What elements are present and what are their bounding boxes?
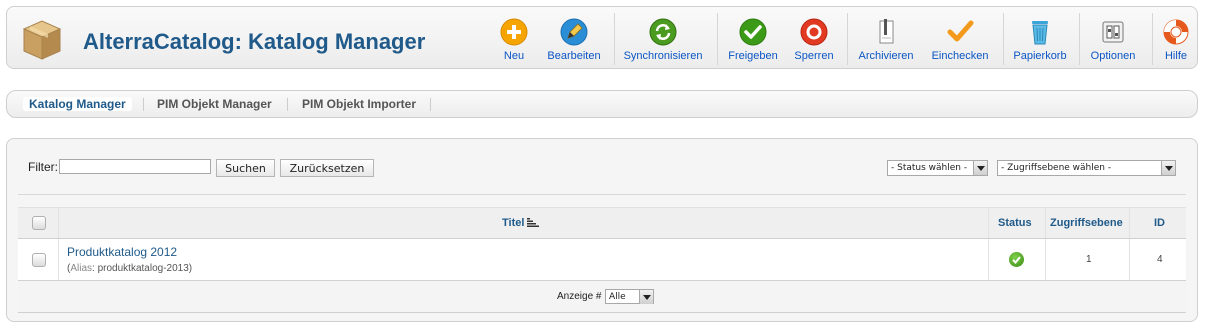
archive-icon bbox=[871, 17, 901, 47]
column-divider bbox=[988, 208, 989, 238]
column-divider bbox=[58, 208, 59, 238]
tab-pim-objekt-manager[interactable]: PIM Objekt Manager bbox=[157, 97, 272, 111]
help-button[interactable]: Hilfe bbox=[1154, 14, 1198, 64]
column-divider bbox=[58, 239, 59, 280]
divider bbox=[18, 194, 1186, 195]
pencil-icon bbox=[559, 17, 589, 47]
chevron-down-icon bbox=[973, 161, 987, 175]
item-alias: (Alias: produktkatalog-2013) bbox=[67, 263, 193, 274]
toolbar-divider bbox=[847, 13, 848, 65]
toolbar: AlterraCatalog: Katalog Manager Neu Bear… bbox=[6, 6, 1198, 69]
column-divider bbox=[1129, 239, 1130, 280]
submenu-divider bbox=[143, 98, 144, 111]
toolbar-divider bbox=[1152, 13, 1153, 65]
sync-button[interactable]: Synchronisieren bbox=[623, 14, 703, 64]
help-icon bbox=[1161, 17, 1191, 47]
published-status-icon[interactable] bbox=[1009, 252, 1024, 267]
submenu-tabs: Katalog Manager PIM Objekt Manager PIM O… bbox=[6, 90, 1198, 118]
item-title-link[interactable]: Produktkatalog 2012 bbox=[67, 245, 177, 259]
tab-katalog-manager[interactable]: Katalog Manager bbox=[23, 97, 132, 111]
checkin-button[interactable]: Einchecken bbox=[925, 14, 995, 64]
toolbar-divider bbox=[614, 13, 615, 65]
sync-icon bbox=[648, 17, 678, 47]
column-divider bbox=[988, 239, 989, 280]
reset-button[interactable]: Zurücksetzen bbox=[280, 159, 374, 177]
chevron-down-icon bbox=[639, 290, 653, 304]
column-divider bbox=[1129, 208, 1130, 238]
status-select[interactable]: - Status wählen - bbox=[887, 160, 988, 176]
chevron-down-icon bbox=[1161, 161, 1175, 175]
search-button[interactable]: Suchen bbox=[216, 159, 275, 177]
select-all-checkbox[interactable] bbox=[32, 216, 46, 230]
column-divider bbox=[1045, 239, 1046, 280]
table-row: Produktkatalog 2012 (Alias: produktkatal… bbox=[18, 239, 1186, 281]
column-header-id[interactable]: ID bbox=[1154, 217, 1165, 229]
edit-button[interactable]: Bearbeiten bbox=[539, 14, 609, 64]
column-header-status[interactable]: Status bbox=[998, 217, 1032, 229]
toolbar-divider bbox=[1003, 13, 1004, 65]
access-level-select[interactable]: - Zugriffsebene wählen - bbox=[997, 160, 1176, 176]
submenu-divider bbox=[430, 98, 431, 111]
tab-pim-objekt-importer[interactable]: PIM Objekt Importer bbox=[302, 97, 416, 111]
display-count-select[interactable]: Alle bbox=[605, 289, 654, 304]
unpublish-button[interactable]: Sperren bbox=[779, 14, 849, 64]
table-header: Titel Status Zugriffsebene ID bbox=[18, 207, 1186, 239]
checkin-icon bbox=[945, 17, 975, 47]
table-footer: Anzeige # Alle bbox=[18, 281, 1186, 313]
trash-button[interactable]: Papierkorb bbox=[1005, 14, 1075, 64]
display-count-label: Anzeige # bbox=[557, 291, 602, 302]
publish-button[interactable]: Freigeben bbox=[718, 14, 788, 64]
submenu-divider bbox=[287, 98, 288, 111]
filter-input[interactable] bbox=[59, 159, 211, 174]
access-level-value: 1 bbox=[1086, 254, 1092, 265]
row-checkbox[interactable] bbox=[32, 253, 46, 267]
options-button[interactable]: Optionen bbox=[1078, 14, 1148, 64]
filter-label: Filter: bbox=[28, 160, 58, 174]
id-value: 4 bbox=[1157, 254, 1163, 265]
block-icon bbox=[799, 17, 829, 47]
sort-icon bbox=[527, 218, 540, 227]
options-icon bbox=[1098, 17, 1128, 47]
archive-button[interactable]: Archivieren bbox=[851, 14, 921, 64]
page-title: AlterraCatalog: Katalog Manager bbox=[83, 29, 426, 54]
plus-icon bbox=[499, 17, 529, 47]
main-panel: Filter: Suchen Zurücksetzen - Status wäh… bbox=[6, 138, 1198, 322]
column-header-title[interactable]: Titel bbox=[502, 217, 540, 229]
checkmark-icon bbox=[738, 17, 768, 47]
column-divider bbox=[1045, 208, 1046, 238]
box-logo-icon bbox=[18, 15, 66, 63]
column-header-access[interactable]: Zugriffsebene bbox=[1050, 217, 1123, 229]
trash-icon bbox=[1025, 17, 1055, 47]
